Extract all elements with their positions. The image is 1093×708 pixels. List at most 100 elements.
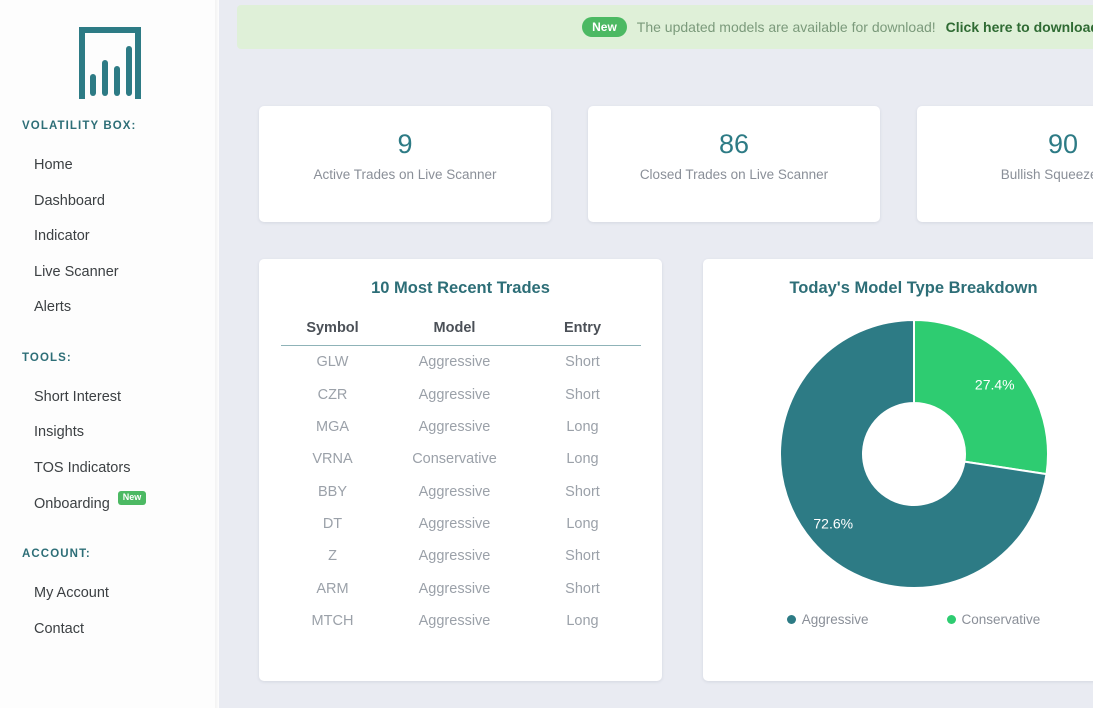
cell-model: Aggressive (418, 354, 491, 371)
legend-item-conservative[interactable]: Conservative (946, 612, 1040, 627)
cell-entry: Short (565, 354, 600, 371)
cell-model: Aggressive (418, 386, 491, 403)
model-type-donut-chart[interactable]: 27.4% 72.6% (764, 304, 1064, 604)
sidebar-item-tos-indicators[interactable]: TOS Indicators (0, 451, 219, 487)
cell-model: Aggressive (418, 516, 491, 533)
stat-label: Active Trades on Live Scanner (313, 167, 497, 183)
sidebar-item-onboarding[interactable]: Onboarding New (0, 487, 219, 523)
sidebar-group-title: ACCOUNT: (22, 548, 91, 561)
cell-entry: Long (566, 613, 599, 630)
sidebar-group-tools: TOOLS: Short Interest Insights TOS Indic… (0, 352, 219, 522)
sidebar-item-label: Alerts (34, 299, 72, 316)
cell-symbol: DT (322, 516, 343, 533)
sidebar-item-my-account[interactable]: My Account (0, 576, 219, 612)
cell-entry: Long (566, 418, 599, 435)
main-content: New The updated models are available for… (219, 0, 1093, 708)
donut-slice-conservative[interactable] (912, 318, 1049, 476)
cell-model: Conservative (412, 451, 497, 468)
sidebar-item-label: Contact (34, 620, 84, 637)
cell-model: Aggressive (418, 418, 491, 435)
sidebar-item-dashboard[interactable]: Dashboard (0, 184, 219, 220)
cell-entry: Short (565, 548, 600, 565)
stat-card-closed-trades: 86 Closed Trades on Live Scanner (588, 106, 880, 222)
sidebar-item-label: TOS Indicators (34, 459, 131, 476)
table-row[interactable]: ARM Aggressive Short (281, 573, 641, 605)
stat-label: Bullish Squeeze with (1000, 167, 1093, 183)
model-breakdown-panel: Today's Model Type Breakdown 27.4% 72.6%… (703, 259, 1093, 681)
donut-slice-label-conservative: 27.4% (974, 377, 1014, 393)
sidebar-item-label: Home (34, 157, 73, 173)
legend-label: Aggressive (801, 612, 869, 627)
table-row[interactable]: Z Aggressive Short (281, 540, 641, 572)
stat-value: 9 (397, 129, 413, 159)
sidebar-item-label: Insights (34, 424, 84, 441)
banner-new-badge: New (582, 16, 627, 38)
table-row[interactable]: GLW Aggressive Short (281, 346, 641, 379)
sidebar-item-alerts[interactable]: Alerts (0, 290, 219, 326)
table-row[interactable]: MGA Aggressive Long (281, 411, 641, 443)
sidebar-item-contact[interactable]: Contact (0, 612, 219, 648)
legend-color-dot (786, 615, 796, 624)
sidebar-group-volatility-box: VOLATILITY BOX: Home Dashboard Indicator… (0, 120, 219, 326)
table-row[interactable]: BBY Aggressive Short (281, 476, 641, 508)
sidebar: VOLATILITY BOX: Home Dashboard Indicator… (0, 0, 219, 708)
sidebar-item-label: My Account (34, 585, 109, 602)
donut-slice-label-aggressive: 72.6% (813, 515, 853, 531)
stat-value: 90 (1047, 129, 1079, 159)
panel-title: Today's Model Type Breakdown (789, 279, 1038, 297)
table-row[interactable]: VRNA Conservative Long (281, 443, 641, 475)
recent-trades-table: Symbol Model Entry GLW Aggressive Short … (280, 320, 641, 638)
table-body: GLW Aggressive Short CZR Aggressive Shor… (281, 346, 641, 638)
cell-entry: Short (565, 386, 600, 403)
table-header-row: Symbol Model Entry (280, 320, 641, 346)
column-header-entry[interactable]: Entry (524, 320, 641, 346)
cell-entry: Short (565, 580, 600, 597)
sidebar-item-label: Indicator (34, 228, 90, 245)
column-header-model[interactable]: Model (384, 320, 525, 346)
legend-item-aggressive[interactable]: Aggressive (786, 612, 869, 627)
chart-legend: Aggressive Conservative (786, 612, 1040, 627)
cell-symbol: GLW (316, 354, 349, 371)
cell-model: Aggressive (418, 548, 491, 565)
cell-symbol: Z (328, 548, 337, 565)
stat-value: 86 (718, 129, 750, 159)
sidebar-item-indicator[interactable]: Indicator (0, 219, 219, 255)
panel-title: 10 Most Recent Trades (371, 279, 550, 297)
sidebar-group-account: ACCOUNT: My Account Contact (0, 548, 219, 647)
cell-entry: Long (566, 516, 599, 533)
app-root: VOLATILITY BOX: Home Dashboard Indicator… (0, 0, 1093, 708)
cell-model: Aggressive (418, 580, 491, 597)
recent-trades-panel: 10 Most Recent Trades Symbol Model Entry… (259, 259, 662, 681)
stat-card-active-trades: 9 Active Trades on Live Scanner (259, 106, 551, 222)
sidebar-group-title: VOLATILITY BOX: (22, 120, 137, 132)
sidebar-group-title: TOOLS: (22, 351, 72, 364)
panels-row: 10 Most Recent Trades Symbol Model Entry… (259, 259, 1093, 681)
cell-symbol: ARM (316, 580, 349, 597)
cell-symbol: CZR (317, 386, 348, 403)
sidebar-item-label: Live Scanner (34, 263, 119, 280)
sidebar-logo[interactable] (0, 0, 219, 120)
column-header-symbol[interactable]: Symbol (280, 320, 385, 346)
table-row[interactable]: MTCH Aggressive Long (281, 605, 641, 637)
sidebar-item-live-scanner[interactable]: Live Scanner (0, 255, 219, 291)
sidebar-item-label: Short Interest (34, 388, 122, 405)
cell-model: Aggressive (418, 613, 491, 630)
cell-entry: Long (566, 451, 599, 468)
cell-symbol: MTCH (311, 613, 354, 630)
banner-message: The updated models are available for dow… (636, 18, 936, 35)
legend-color-dot (946, 615, 956, 624)
table-row[interactable]: DT Aggressive Long (281, 508, 641, 540)
bar-chart-logo-icon (78, 27, 141, 99)
sidebar-item-short-interest[interactable]: Short Interest (0, 380, 219, 416)
cell-symbol: MGA (315, 418, 350, 435)
new-badge: New (117, 491, 147, 506)
stat-card-bullish-squeeze: 90 Bullish Squeeze with (917, 106, 1093, 222)
stat-label: Closed Trades on Live Scanner (639, 167, 829, 183)
notification-banner: New The updated models are available for… (237, 5, 1093, 49)
sidebar-item-label: Onboarding (34, 495, 110, 512)
banner-download-link[interactable]: Click here to download updated Vol (946, 19, 1093, 35)
cell-symbol: BBY (317, 483, 347, 500)
sidebar-item-home[interactable]: Home (0, 148, 219, 184)
table-row[interactable]: CZR Aggressive Short (281, 378, 641, 410)
sidebar-item-insights[interactable]: Insights (0, 415, 219, 451)
